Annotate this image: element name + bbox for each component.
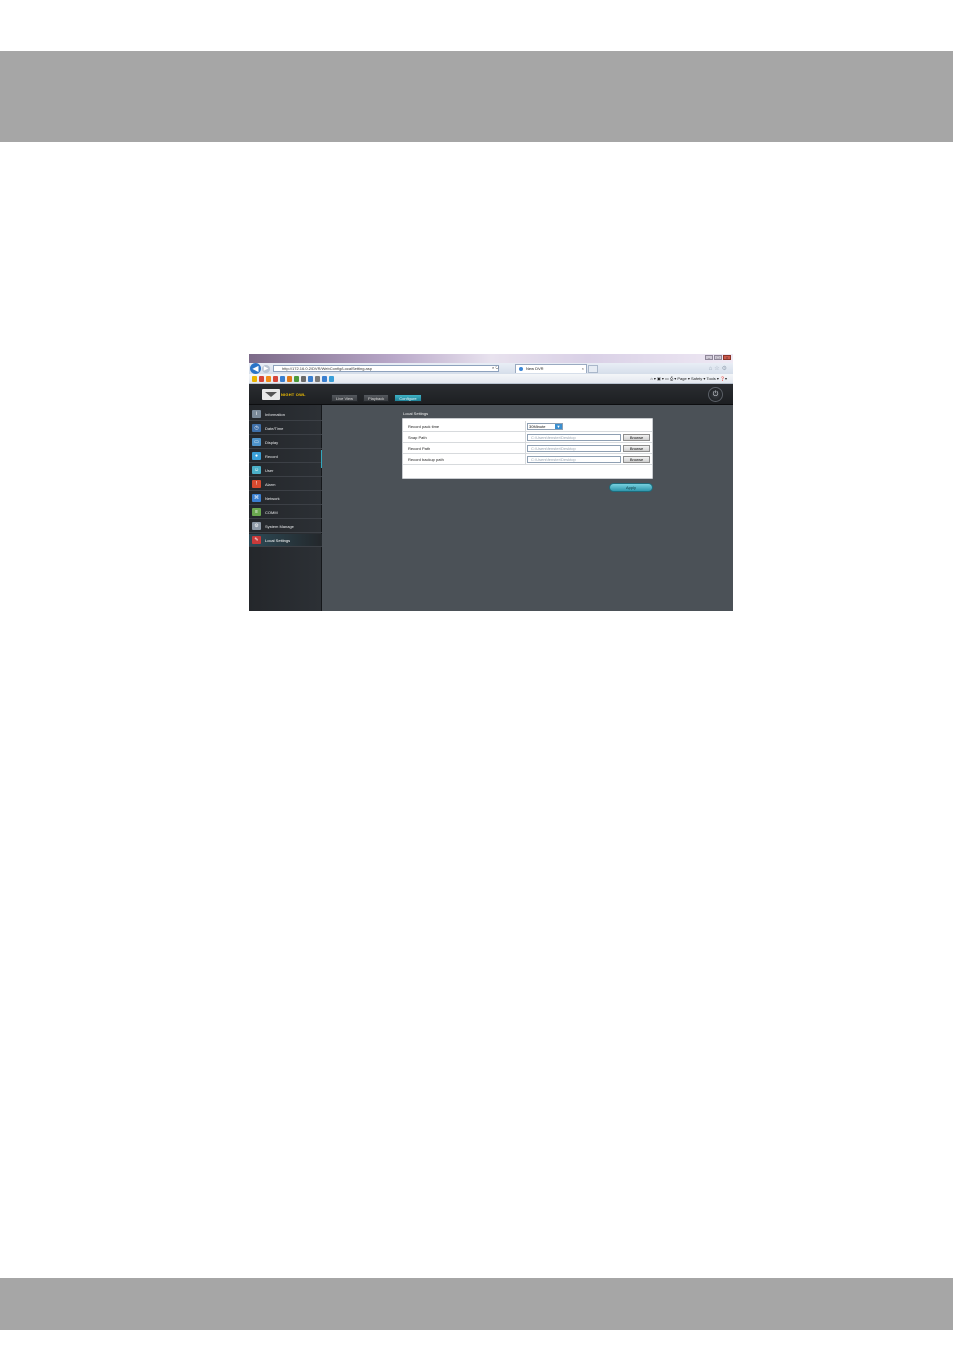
select-value: 30Minute — [529, 424, 546, 429]
apply-button[interactable]: Apply — [609, 483, 653, 492]
sidebar-item-label: Alarm — [265, 482, 276, 487]
tab-configure[interactable]: Configure — [394, 394, 422, 402]
favorites-star-icon[interactable] — [252, 376, 257, 382]
local-settings-panel: Record pack time 30Minute ▼ Snap Path C:… — [402, 418, 653, 479]
sidebar-item-network[interactable]: ⌘ Network — [249, 492, 322, 505]
favorite-site-icon[interactable] — [308, 376, 313, 382]
page-footer-band — [0, 1278, 953, 1330]
favorite-site-icon[interactable] — [322, 376, 327, 382]
chevron-down-icon[interactable]: ▼ — [555, 424, 562, 429]
record-path-label: Record Path — [408, 446, 431, 451]
forward-arrow-icon[interactable]: ▶ — [262, 365, 270, 373]
window-titlebar: – □ × — [249, 354, 733, 363]
row-divider — [525, 421, 526, 432]
tab-title: New DVR — [526, 366, 544, 371]
browser-address-bar: ◀ ▶ http://172.16.0.2/DVR/WebConfig/Loca… — [249, 363, 733, 374]
snap-path-browse-button[interactable]: Browse — [623, 434, 650, 441]
clock-icon: ◷ — [252, 424, 261, 432]
row-divider — [525, 454, 526, 465]
back-arrow-icon[interactable]: ◀ — [250, 363, 261, 374]
tab-close-icon[interactable]: × — [582, 365, 584, 373]
favorite-site-icon[interactable] — [329, 376, 334, 382]
page-header-band — [0, 51, 953, 142]
row-divider — [525, 432, 526, 443]
setting-row-record-path: Record Path C:\Users\fenster\Desktop Bro… — [403, 443, 652, 454]
setting-row-record-pack-time: Record pack time 30Minute ▼ — [403, 421, 652, 432]
dvr-browser-screenshot: – □ × ◀ ▶ http://172.16.0.2/DVR/WebConfi… — [249, 354, 733, 611]
new-tab-button[interactable] — [588, 365, 598, 373]
browser-tab[interactable]: New DVR × — [515, 364, 587, 373]
favorite-site-icon[interactable] — [280, 376, 285, 382]
setting-row-record-backup-path: Record backup path C:\Users\fenster\Desk… — [403, 454, 652, 465]
comm-icon: ≡ — [252, 508, 261, 516]
sidebar-item-system-manage[interactable]: ⚙ System Manage — [249, 520, 322, 533]
record-backup-path-browse-button[interactable]: Browse — [623, 456, 650, 463]
close-button[interactable]: × — [723, 355, 731, 360]
user-icon: ☺ — [252, 466, 261, 474]
sidebar-item-label: Display — [265, 440, 279, 445]
record-pack-time-label: Record pack time — [408, 424, 440, 429]
record-path-browse-button[interactable]: Browse — [623, 445, 650, 452]
favorites-bar: ⌂ ▾ ▣ ▾ ▭ ⎙ ▾ Page ▾ Safety ▾ Tools ▾ ❓▾ — [249, 374, 733, 384]
sidebar-item-local-settings[interactable]: ✎ Local Settings — [249, 534, 322, 547]
tab-live-view[interactable]: Live View — [331, 394, 359, 402]
favorite-site-icon[interactable] — [273, 376, 278, 382]
sidebar-item-date-time[interactable]: ◷ Date/Time — [249, 422, 322, 435]
favorite-site-icon[interactable] — [301, 376, 306, 382]
brand-name: NIGHT OWL — [281, 392, 306, 397]
sidebar-item-user[interactable]: ☺ User — [249, 464, 322, 477]
favorite-site-icon[interactable] — [287, 376, 292, 382]
favorite-site-icon[interactable] — [266, 376, 271, 382]
command-bar[interactable]: ⌂ ▾ ▣ ▾ ▭ ⎙ ▾ Page ▾ Safety ▾ Tools ▾ ❓▾ — [650, 376, 727, 381]
home-star-gear-icons[interactable]: ⌂☆⚙ — [709, 365, 729, 372]
favorite-site-icon[interactable] — [259, 376, 264, 382]
snap-path-label: Snap Path — [408, 435, 427, 440]
main-content: Local Settings Record pack time 30Minute… — [322, 405, 733, 611]
record-path-field[interactable]: C:\Users\fenster\Desktop — [527, 445, 621, 452]
page-title: Local Settings — [403, 411, 429, 416]
sidebar-item-alarm[interactable]: ! Alarm — [249, 478, 322, 491]
sidebar-item-record[interactable]: ● Record — [249, 450, 322, 463]
sidebar-item-label: Information — [265, 412, 286, 417]
favorite-site-icon[interactable] — [315, 376, 320, 382]
tab-playback[interactable]: Playback — [363, 394, 390, 402]
sidebar-item-label: Record — [265, 454, 278, 459]
sidebar-item-label: COMM — [265, 510, 278, 515]
system-manage-icon: ⚙ — [252, 522, 261, 530]
setting-row-snap-path: Snap Path C:\Users\fenster\Desktop Brows… — [403, 432, 652, 443]
sidebar-item-label: Date/Time — [265, 426, 284, 431]
sidebar-item-label: User — [265, 468, 274, 473]
record-icon: ● — [252, 452, 261, 460]
snap-path-field[interactable]: C:\Users\fenster\Desktop — [527, 434, 621, 441]
record-pack-time-select[interactable]: 30Minute ▼ — [527, 423, 563, 430]
window-controls: – □ × — [705, 355, 731, 360]
alarm-icon: ! — [252, 480, 261, 488]
ie-icon — [519, 367, 523, 371]
display-icon: ▭ — [252, 438, 261, 446]
sidebar-item-comm[interactable]: ≡ COMM — [249, 506, 322, 519]
sidebar-item-information[interactable]: i Information — [249, 408, 322, 421]
top-navigation: Live View Playback Configure — [331, 394, 422, 402]
app-header: NIGHT OWL Live View Playback Configure ⏻ — [249, 384, 733, 405]
local-settings-icon: ✎ — [252, 536, 261, 544]
favorites-icons — [252, 376, 334, 382]
favorite-site-icon[interactable] — [294, 376, 299, 382]
config-sidebar: i Information ◷ Date/Time ▭ Display ● Re… — [249, 405, 322, 611]
row-divider — [525, 443, 526, 454]
url-input[interactable]: http://172.16.0.2/DVR/WebConfig/LocalSet… — [273, 365, 499, 372]
minimize-button[interactable]: – — [705, 355, 713, 360]
power-icon[interactable]: ⏻ — [708, 387, 723, 402]
info-icon: i — [252, 410, 261, 418]
sidebar-item-display[interactable]: ▭ Display — [249, 436, 322, 449]
network-icon: ⌘ — [252, 494, 261, 502]
sidebar-item-label: System Manage — [265, 524, 294, 529]
search-refresh-icons[interactable]: ⌕ ↻ — [492, 365, 499, 370]
record-backup-path-label: Record backup path — [408, 457, 444, 462]
record-backup-path-field[interactable]: C:\Users\fenster\Desktop — [527, 456, 621, 463]
sidebar-item-label: Local Settings — [265, 538, 291, 543]
owl-logo-icon — [262, 389, 280, 400]
sidebar-item-label: Network — [265, 496, 280, 501]
maximize-button[interactable]: □ — [714, 355, 722, 360]
